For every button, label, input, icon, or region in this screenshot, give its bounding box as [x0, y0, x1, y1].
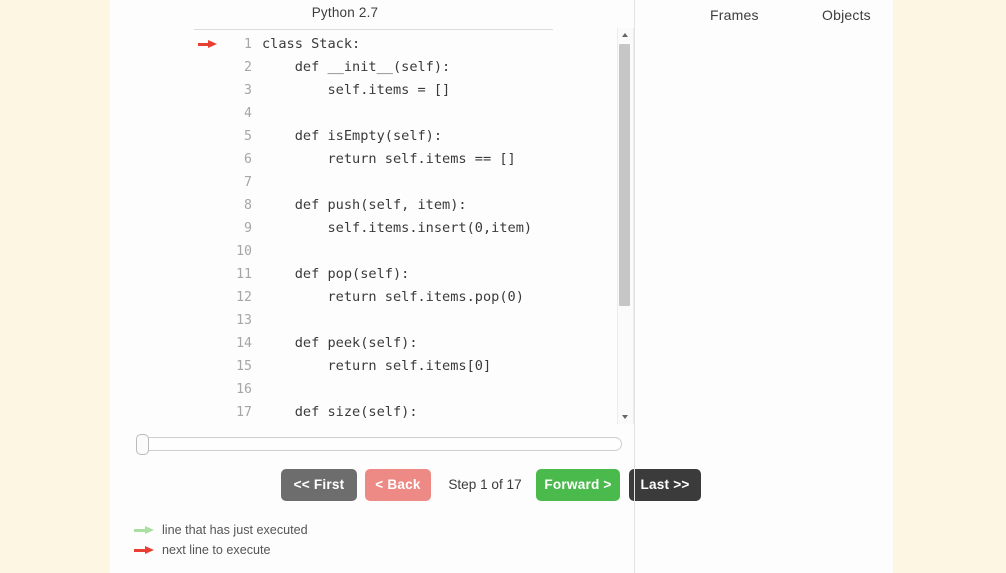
line-number: 13 — [226, 309, 252, 332]
objects-header: Objects — [822, 7, 871, 23]
legend-row-executed: line that has just executed — [132, 520, 532, 540]
triangle-down-icon[interactable] — [618, 410, 633, 424]
line-number: 5 — [226, 125, 252, 148]
code-line[interactable]: 16 — [194, 378, 634, 401]
code-line[interactable]: 10 — [194, 240, 634, 263]
line-number: 16 — [226, 378, 252, 401]
line-arrow-slot — [194, 194, 226, 217]
line-arrow-slot — [194, 33, 226, 56]
line-arrow-slot — [194, 401, 226, 424]
line-arrow-slot — [194, 56, 226, 79]
line-code-text: return self.items == [] — [262, 148, 516, 171]
code-line[interactable]: 3 self.items = [] — [194, 79, 634, 102]
code-line[interactable]: 4 — [194, 102, 634, 125]
code-line[interactable]: 13 — [194, 309, 634, 332]
line-arrow-slot — [194, 263, 226, 286]
line-arrow-slot — [194, 240, 226, 263]
code-panel: Python 2.7 1class Stack:2 def __init__(s… — [110, 0, 634, 573]
red-arrow-icon — [198, 40, 217, 49]
line-number: 17 — [226, 401, 252, 424]
line-number: 2 — [226, 56, 252, 79]
data-panel: Frames Objects — [635, 0, 893, 573]
visualizer-card: Python 2.7 1class Stack:2 def __init__(s… — [110, 0, 893, 573]
line-code-text: def size(self): — [262, 401, 418, 424]
legend-label-next: next line to execute — [162, 540, 271, 560]
code-display[interactable]: 1class Stack:2 def __init__(self):3 self… — [194, 33, 634, 425]
line-arrow-slot — [194, 79, 226, 102]
step-slider[interactable] — [136, 434, 622, 456]
line-arrow-slot — [194, 217, 226, 240]
step-controls: << First < Back Step 1 of 17 Forward > L… — [110, 469, 634, 502]
line-code-text: def peek(self): — [262, 332, 418, 355]
first-button[interactable]: << First — [281, 469, 357, 501]
code-line[interactable]: 1 class Stack: — [194, 33, 634, 56]
code-line[interactable]: 9 self.items.insert(0,item) — [194, 217, 634, 240]
line-number: 14 — [226, 332, 252, 355]
visualizer-root: Python 2.7 1class Stack:2 def __init__(s… — [0, 0, 1006, 573]
code-line[interactable]: 5 def isEmpty(self): — [194, 125, 634, 148]
legend-row-next: next line to execute — [132, 540, 532, 560]
line-code-text: def __init__(self): — [262, 56, 450, 79]
line-number: 15 — [226, 355, 252, 378]
line-code-text: return self.items[0] — [262, 355, 491, 378]
frames-header: Frames — [710, 7, 759, 23]
line-arrow-slot — [194, 171, 226, 194]
line-number: 7 — [226, 171, 252, 194]
line-number: 12 — [226, 286, 252, 309]
language-label: Python 2.7 — [110, 5, 580, 20]
code-line[interactable]: 15 return self.items[0] — [194, 355, 634, 378]
line-number: 6 — [226, 148, 252, 171]
line-arrow-slot — [194, 125, 226, 148]
code-header-divider — [194, 29, 553, 30]
code-scrollbar-thumb[interactable] — [619, 44, 630, 306]
line-arrow-slot — [194, 148, 226, 171]
line-number: 10 — [226, 240, 252, 263]
line-arrow-slot — [194, 332, 226, 355]
legend-label-executed: line that has just executed — [162, 520, 308, 540]
code-line[interactable]: 11 def pop(self): — [194, 263, 634, 286]
line-number: 4 — [226, 102, 252, 125]
code-line[interactable]: 7 — [194, 171, 634, 194]
line-code-text: return self.items.pop(0) — [262, 286, 524, 309]
line-code-text: def pop(self): — [262, 263, 409, 286]
step-slider-handle[interactable] — [136, 434, 149, 455]
red-arrow-icon — [134, 546, 156, 555]
line-code-text: def isEmpty(self): — [262, 125, 442, 148]
code-line[interactable]: 14 def peek(self): — [194, 332, 634, 355]
back-button[interactable]: < Back — [365, 469, 431, 501]
line-arrow-slot — [194, 102, 226, 125]
step-slider-track[interactable] — [142, 437, 622, 451]
code-line[interactable]: 17 def size(self): — [194, 401, 634, 424]
line-arrow-slot — [194, 286, 226, 309]
line-arrow-slot — [194, 309, 226, 332]
code-line[interactable]: 12 return self.items.pop(0) — [194, 286, 634, 309]
step-counter-label: Step 1 of 17 — [439, 469, 531, 501]
code-line[interactable]: 6 return self.items == [] — [194, 148, 634, 171]
line-code-text: self.items = [] — [262, 79, 450, 102]
line-arrow-slot — [194, 355, 226, 378]
line-arrow-slot — [194, 378, 226, 401]
line-code-text: self.items.insert(0,item) — [262, 217, 532, 240]
line-number: 3 — [226, 79, 252, 102]
arrow-legend: line that has just executed next line to… — [132, 520, 532, 560]
line-code-text: def push(self, item): — [262, 194, 467, 217]
line-number: 9 — [226, 217, 252, 240]
code-line[interactable]: 2 def __init__(self): — [194, 56, 634, 79]
code-scrollbar[interactable] — [617, 28, 634, 424]
forward-button[interactable]: Forward > — [536, 469, 620, 501]
green-arrow-icon — [134, 526, 156, 535]
line-number: 11 — [226, 263, 252, 286]
line-code-text: class Stack: — [262, 33, 360, 56]
line-number: 1 — [226, 33, 252, 56]
line-number: 8 — [226, 194, 252, 217]
triangle-up-icon[interactable] — [618, 28, 633, 42]
code-line[interactable]: 8 def push(self, item): — [194, 194, 634, 217]
